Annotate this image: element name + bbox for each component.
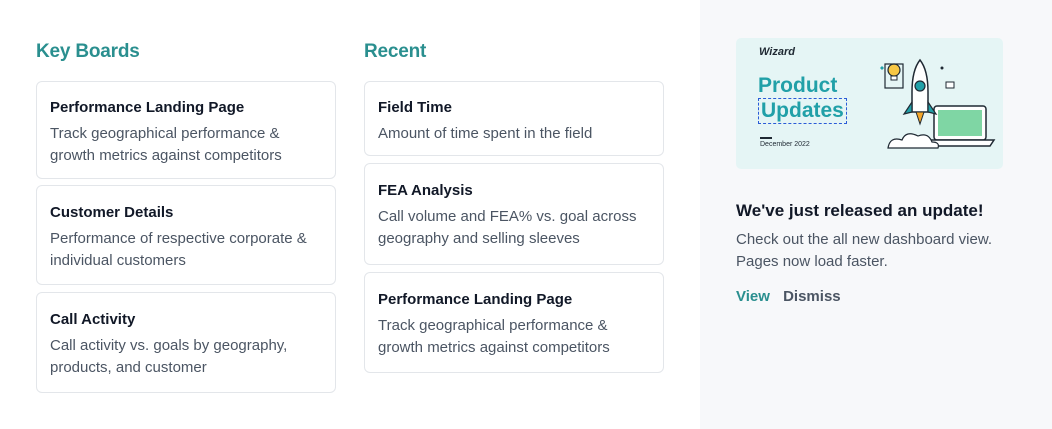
view-link[interactable]: View [736,288,770,305]
card-title: Performance Landing Page [50,99,245,116]
rocket-laptop-illustration [880,58,996,149]
recent-card-performance-landing[interactable]: Performance Landing Page Track geographi… [364,272,664,373]
key-boards-heading: Key Boards [36,41,140,62]
recent-heading: Recent [364,41,427,62]
card-title: Field Time [378,99,452,116]
board-card-call-activity[interactable]: Call Activity Call activity vs. goals by… [36,292,336,393]
card-title: FEA Analysis [378,182,473,199]
recent-card-field-time[interactable]: Field Time Amount of time spent in the f… [364,81,664,156]
product-updates-banner: Wizard Product Updates December 2022 [736,38,1003,169]
promo-divider [760,137,772,139]
update-title: We've just released an update! [736,201,984,220]
card-title: Call Activity [50,311,136,328]
card-description: Track geographical performance & growth … [50,125,282,164]
recent-card-fea-analysis[interactable]: FEA Analysis Call volume and FEA% vs. go… [364,163,664,265]
wizard-logo: Wizard [759,46,795,58]
card-description: Performance of respective corporate & in… [50,230,307,269]
board-card-performance-landing[interactable]: Performance Landing Page Track geographi… [36,81,336,179]
card-title: Customer Details [50,204,174,221]
card-description: Amount of time spent in the field [378,125,593,142]
dismiss-link[interactable]: Dismiss [783,288,841,305]
card-description: Call activity vs. goals by geography, pr… [50,337,288,376]
promo-title-line2: Updates [758,98,847,124]
update-actions: View Dismiss [736,288,841,305]
updates-panel: Wizard Product Updates December 2022 We'… [700,0,1052,429]
card-description: Track geographical performance & growth … [378,317,610,356]
board-card-customer-details[interactable]: Customer Details Performance of respecti… [36,185,336,285]
update-description: Check out the all new dashboard view. Pa… [736,231,992,270]
card-description: Call volume and FEA% vs. goal across geo… [378,208,637,247]
promo-date: December 2022 [760,141,810,148]
card-title: Performance Landing Page [378,291,573,308]
promo-title-line1: Product [758,74,838,97]
